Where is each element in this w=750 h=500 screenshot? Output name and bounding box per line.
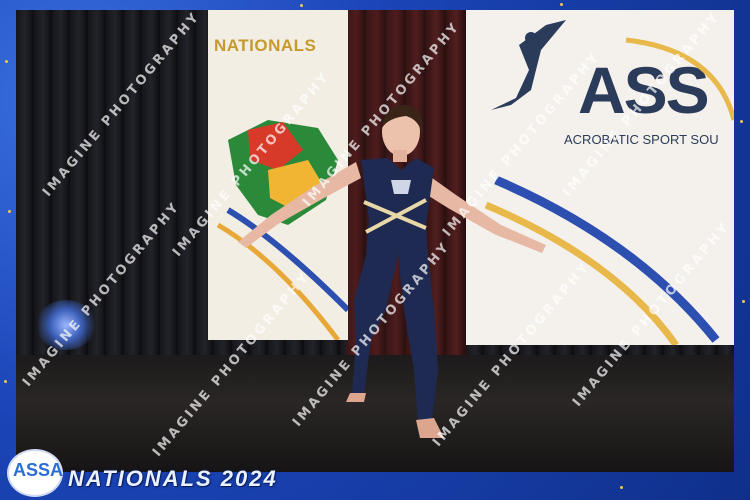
- glitter-speck: [742, 300, 745, 303]
- glitter-speck: [5, 60, 8, 63]
- glitter-speck: [4, 380, 7, 383]
- footer-logo-text: ASSA: [13, 460, 64, 480]
- photo-frame: NATIONALS ASS ACROBATIC SPORT SOU IMAGIN…: [0, 0, 750, 500]
- event-title: NATIONALS 2024: [68, 466, 278, 491]
- glitter-speck: [620, 486, 623, 489]
- glitter-speck: [8, 210, 11, 213]
- event-photo: NATIONALS ASS ACROBATIC SPORT SOU: [16, 10, 734, 472]
- assa-footer-logo: ASSA: [7, 449, 63, 497]
- glitter-speck: [560, 3, 563, 6]
- performer-figure: [238, 104, 546, 438]
- glitter-speck: [300, 4, 303, 7]
- glitter-speck: [740, 120, 743, 123]
